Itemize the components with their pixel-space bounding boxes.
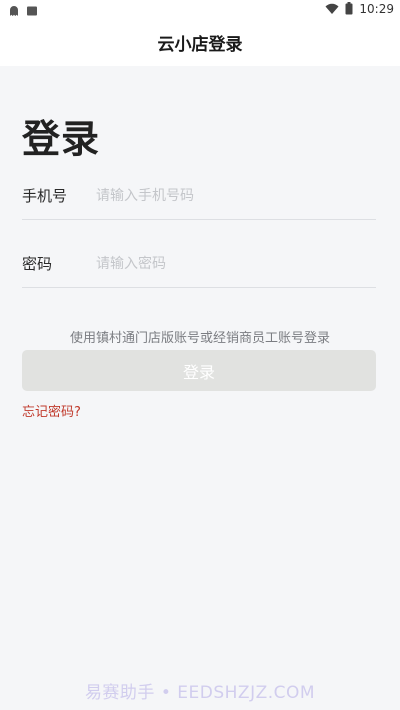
status-bar: 10:29 — [0, 0, 400, 18]
wifi-icon — [325, 0, 339, 19]
login-hint: 使用镇村通门店版账号或经销商员工账号登录 — [69, 331, 330, 346]
phone-label: 手机号 — [22, 187, 68, 205]
phone-row: 手机号 — [22, 172, 376, 220]
status-time: 10:29 — [359, 2, 394, 16]
title-bar: 云小店登录 — [0, 18, 400, 66]
password-row: 密码 — [22, 240, 376, 288]
login-button[interactable]: 登录 — [22, 350, 376, 391]
login-screen: 10:29 云小店登录 登录 手机号 密码 使用镇村通门店版账号或经销商员工账号… — [0, 0, 400, 710]
battery-icon — [345, 0, 353, 19]
login-heading: 登录 — [22, 117, 101, 161]
watermark: 易赛助手 • EEDSHZJZ.COM — [84, 683, 316, 703]
password-label: 密码 — [22, 255, 53, 273]
status-bar-right: 10:29 — [325, 0, 394, 18]
forgot-password-link[interactable]: 忘记密码? — [22, 401, 81, 420]
password-input[interactable] — [96, 247, 376, 280]
page-title: 云小店登录 — [157, 34, 243, 55]
phone-input[interactable] — [96, 179, 376, 212]
